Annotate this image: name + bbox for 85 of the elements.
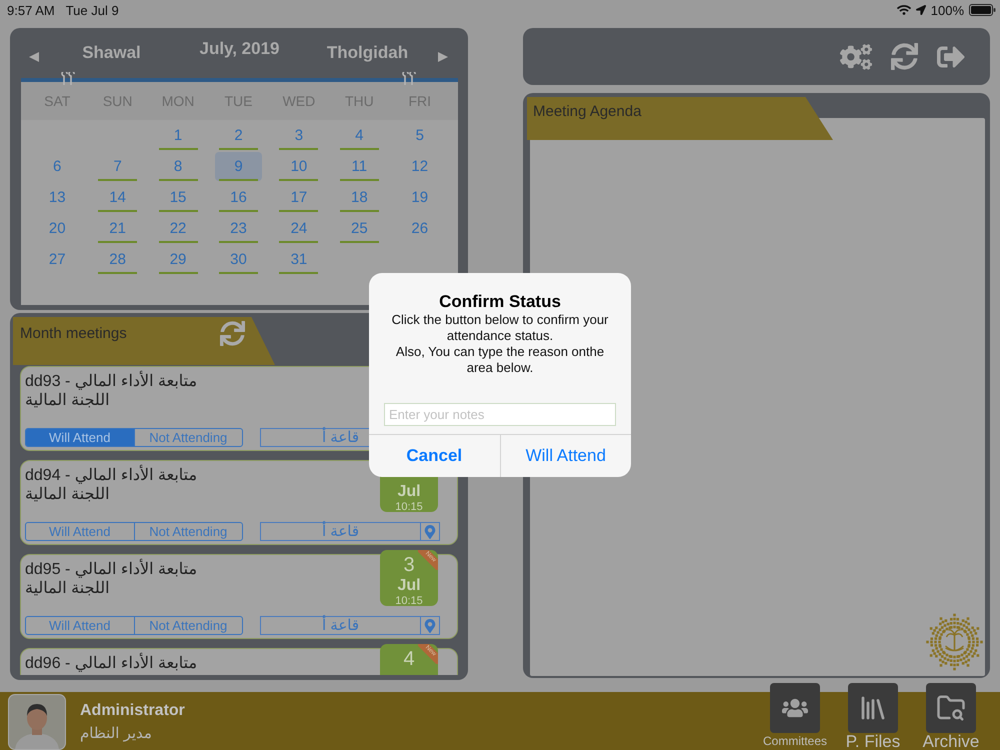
calendar-day[interactable]: 17 xyxy=(275,183,322,212)
calendar-day[interactable]: 7 xyxy=(94,152,142,181)
calendar-day[interactable]: 25 xyxy=(336,214,383,243)
calendar-day[interactable]: 16 xyxy=(214,183,262,212)
attendance-option[interactable]: Will Attend xyxy=(26,429,134,446)
calendar-day[interactable]: 23 xyxy=(214,214,262,243)
binder-ring-icon xyxy=(402,72,418,85)
calendar-day[interactable]: 24 xyxy=(275,214,322,243)
calendar-day[interactable]: 1 xyxy=(154,121,202,150)
folder-search-icon xyxy=(936,693,966,723)
attendance-option[interactable]: Not Attending xyxy=(134,617,242,634)
calendar-day[interactable]: 20 xyxy=(34,214,81,243)
left-arrow-icon[interactable] xyxy=(28,51,40,63)
battery-icon xyxy=(969,4,996,16)
refresh-icon[interactable] xyxy=(891,43,918,70)
location-arrow-icon xyxy=(916,5,926,15)
map-pin-icon xyxy=(423,524,437,538)
refresh-icon[interactable] xyxy=(220,321,245,346)
calendar-day[interactable]: 29 xyxy=(154,245,202,274)
meeting-title: dd96 - متابعة الأداء المالي xyxy=(25,654,198,673)
right-arrow-icon[interactable] xyxy=(437,51,449,63)
calendar-day[interactable]: 8 xyxy=(154,152,202,181)
attendance-option[interactable]: Not Attending xyxy=(134,429,242,446)
calendar-day[interactable]: 11 xyxy=(336,152,383,181)
binder-ring-icon xyxy=(61,72,77,85)
calendar-day[interactable]: 30 xyxy=(214,245,262,274)
calendar-day[interactable]: 28 xyxy=(94,245,142,274)
meeting-title: dd94 - متابعة الأداء المالي xyxy=(25,466,198,485)
avatar-icon xyxy=(8,694,66,750)
calendar-day[interactable]: 18 xyxy=(336,183,383,212)
calendar-day[interactable]: 3 xyxy=(275,121,322,150)
next-month-label: Tholgidah xyxy=(326,43,410,63)
calendar-day[interactable]: 2 xyxy=(214,121,262,150)
badge-time: 10:15 xyxy=(395,594,423,606)
nav-button[interactable]: Archive xyxy=(912,683,990,750)
calendar-day[interactable]: 15 xyxy=(154,183,202,212)
calendar-day[interactable]: 9 xyxy=(214,152,262,181)
calendar-day[interactable]: 13 xyxy=(34,183,81,212)
prev-month-label: Shawal xyxy=(81,43,142,63)
dialog-title: Confirm Status xyxy=(439,292,561,312)
nav-button[interactable]: Committees xyxy=(756,683,834,750)
badge-day: 4 xyxy=(403,650,415,668)
calendar-day[interactable]: 14 xyxy=(94,183,142,212)
calendar-day[interactable]: 27 xyxy=(34,245,81,274)
calendar-day[interactable]: 10 xyxy=(275,152,322,181)
badge-day: 3 xyxy=(403,556,415,574)
location-text: قاعة أ xyxy=(320,617,360,634)
location-field[interactable]: قاعة أ xyxy=(260,616,440,635)
dialog-message: Click the button below to confirm your attendance status. xyxy=(390,312,610,344)
committee-name: اللجنة المالية xyxy=(25,391,110,410)
battery-percent: 100% xyxy=(930,2,964,18)
committee-name: اللجنة المالية xyxy=(25,579,110,598)
attendance-option[interactable]: Will Attend xyxy=(26,523,134,540)
committee-name: اللجنة المالية xyxy=(25,485,110,504)
badge-month: Jul xyxy=(397,482,421,500)
calendar-day[interactable]: 6 xyxy=(34,152,81,181)
calendar-day[interactable]: 21 xyxy=(94,214,142,243)
meeting-title: dd93 - متابعة الأداء المالي xyxy=(25,372,198,391)
calendar-day[interactable]: 31 xyxy=(275,245,322,274)
user-name: Administrator xyxy=(80,701,185,720)
calendar-day[interactable]: 4 xyxy=(336,121,383,150)
status-time: 9:57 AM xyxy=(7,2,55,18)
nav-button[interactable]: P. Files xyxy=(834,683,912,750)
calendar-day[interactable]: 22 xyxy=(154,214,202,243)
meeting-title: dd95 - متابعة الأداء المالي xyxy=(25,560,198,579)
map-pin-icon xyxy=(423,618,437,632)
location-text: قاعة أ xyxy=(320,523,360,540)
location-field[interactable]: قاعة أ xyxy=(260,522,440,541)
attendance-option[interactable]: Not Attending xyxy=(134,523,242,540)
section-title: Month meetings xyxy=(20,324,127,344)
calendar-day[interactable]: 12 xyxy=(396,152,444,181)
notes-field[interactable]: Enter your notes xyxy=(384,403,616,426)
emblem-logo xyxy=(926,612,983,672)
user-role: مدير النظام xyxy=(80,724,153,743)
calendar-day[interactable]: 26 xyxy=(396,214,444,243)
month-title: July, 2019 xyxy=(198,39,281,59)
calendar-day[interactable]: 5 xyxy=(396,121,444,150)
wifi-icon xyxy=(896,3,911,17)
attendance-option[interactable]: Will Attend xyxy=(26,617,134,634)
badge-time: 10:15 xyxy=(395,500,423,512)
badge-month: Jul xyxy=(397,576,421,594)
calendar-day[interactable]: 19 xyxy=(396,183,444,212)
status-date: Tue Jul 9 xyxy=(66,2,119,18)
location-text: قاعة أ xyxy=(320,429,360,446)
confirm-button[interactable]: Will Attend xyxy=(500,435,631,477)
